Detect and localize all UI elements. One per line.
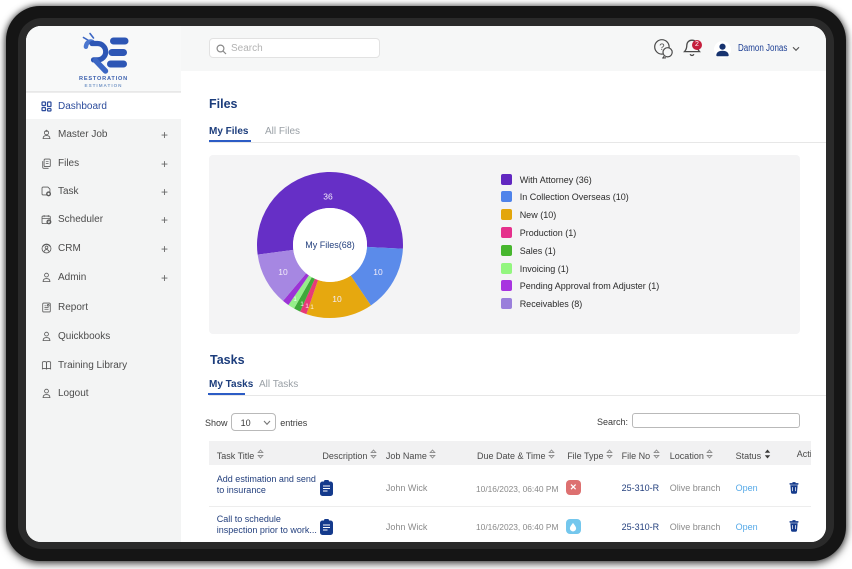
svg-text:My Files(68): My Files(68) [305, 240, 355, 250]
svg-text:10: 10 [278, 267, 288, 277]
svg-text:1: 1 [310, 304, 314, 311]
svg-text:1: 1 [293, 296, 297, 303]
svg-text:10: 10 [332, 294, 342, 304]
svg-text:1: 1 [300, 301, 304, 308]
svg-text:10: 10 [373, 267, 383, 277]
svg-text:1: 1 [305, 303, 309, 310]
svg-text:36: 36 [323, 192, 333, 202]
